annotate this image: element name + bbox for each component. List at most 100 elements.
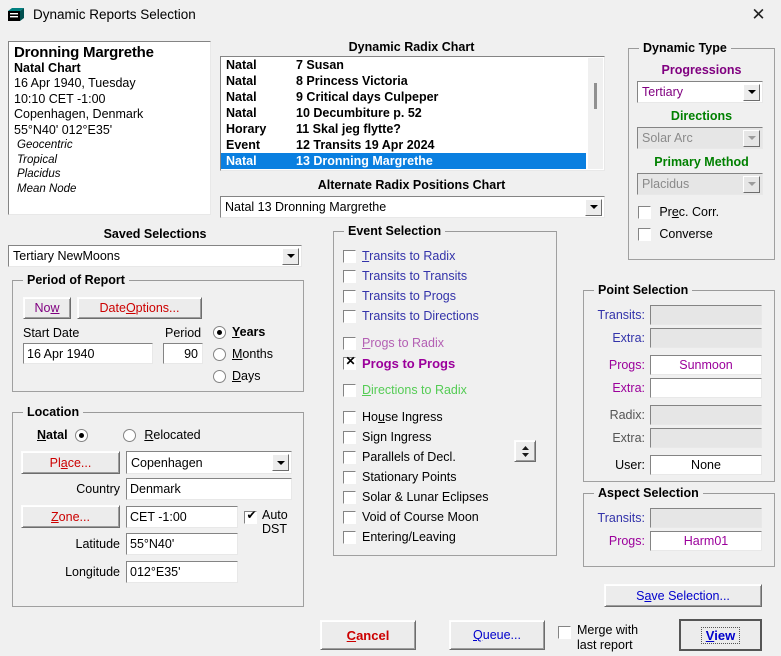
view-button[interactable]: View (679, 619, 762, 651)
event-checkbox[interactable] (343, 383, 356, 397)
period-input[interactable]: 90 (163, 343, 203, 364)
selection-row-value (650, 507, 762, 528)
radix-scrollbar[interactable] (588, 58, 603, 169)
longitude-input[interactable]: 012°E35' (126, 561, 238, 583)
selection-row-value (650, 404, 762, 425)
prec-corr-checkbox[interactable] (638, 206, 651, 220)
event-checkbox-row[interactable]: House Ingress (343, 407, 488, 427)
primary-method-combo[interactable]: Placidus (637, 173, 763, 195)
period-unit-row[interactable]: Days (213, 365, 273, 387)
event-checkbox[interactable] (343, 410, 356, 424)
natal-radio-row[interactable]: Natal (37, 428, 88, 443)
now-button[interactable]: No w (23, 297, 71, 319)
converse-checkbox[interactable] (638, 228, 651, 242)
chevron-down-icon[interactable] (743, 175, 760, 193)
event-checkbox-row[interactable]: Progs to Radix (343, 333, 488, 353)
event-checkbox-row[interactable]: Solar & Lunar Eclipses (343, 487, 488, 507)
event-checkbox[interactable] (343, 490, 356, 504)
event-checkbox-row[interactable]: Progs to Progs (343, 353, 488, 373)
selection-row-value[interactable] (650, 377, 762, 398)
event-checkbox[interactable] (343, 510, 356, 524)
selection-row-value (650, 304, 762, 325)
radix-row[interactable]: Event 12 Transits 19 Apr 2024 (221, 137, 586, 153)
radix-listbox[interactable]: Natal 7 Susan Natal 8 Princess Victoria Nata… (220, 56, 605, 171)
converse-label: Converse (659, 227, 713, 241)
save-selection-button[interactable]: Save Selection... (604, 584, 762, 607)
event-checkbox[interactable] (343, 336, 356, 350)
close-icon[interactable]: ✕ (736, 0, 781, 29)
saved-selections-combo[interactable]: Tertiary NewMoons (8, 245, 302, 267)
event-checkbox-row[interactable]: Transits to Directions (343, 306, 488, 326)
event-checkbox-row[interactable]: Stationary Points (343, 467, 488, 487)
place-button[interactable]: Pl a ce... (21, 451, 120, 474)
event-checkbox-row[interactable]: Void of Course Moon (343, 507, 488, 527)
directions-combo[interactable]: Solar Arc (637, 127, 763, 149)
period-unit-label: Years (232, 325, 266, 339)
radix-row[interactable]: Natal 9 Critical days Culpeper (221, 89, 586, 105)
event-checkbox[interactable] (343, 309, 356, 323)
event-checkbox[interactable] (343, 249, 356, 263)
event-checkbox[interactable] (343, 470, 356, 484)
event-checkbox[interactable] (343, 355, 357, 370)
auto-dst-row[interactable]: AutoDST (244, 508, 288, 536)
directions-label: Directions (670, 109, 733, 123)
chevron-down-icon[interactable] (282, 247, 299, 265)
event-checkbox-row[interactable]: Transits to Transits (343, 266, 488, 286)
zone-button[interactable]: Zone... (21, 505, 120, 528)
chart-info-system-2: Tropical (17, 153, 58, 166)
chevron-down-icon[interactable] (272, 454, 289, 471)
radix-row[interactable]: Natal 8 Princess Victoria (221, 73, 586, 89)
zone-input[interactable]: CET -1:00 (126, 506, 238, 528)
period-unit-row[interactable]: Years (213, 321, 273, 343)
radix-row-name: 7 Susan (296, 58, 344, 72)
event-checkbox[interactable] (343, 430, 356, 444)
radix-row[interactable]: Natal 10 Decumbiture p. 52 (221, 105, 586, 121)
event-checkbox-row[interactable]: Directions to Radix (343, 380, 488, 400)
radix-row[interactable]: Natal 7 Susan (221, 57, 586, 73)
event-checkbox-row[interactable]: Transits to Progs (343, 286, 488, 306)
place-combo[interactable]: Copenhagen (126, 451, 292, 474)
converse-row[interactable]: Converse (638, 227, 713, 242)
cancel-button[interactable]: Cancel (320, 620, 416, 650)
merge-row[interactable]: Merge with last report (558, 623, 638, 653)
selection-row-label: Transits: (597, 307, 645, 322)
latitude-input[interactable]: 55°N40' (126, 533, 238, 555)
event-checkbox[interactable] (343, 269, 356, 283)
event-checkbox[interactable] (343, 530, 356, 544)
selection-row: Transits: (584, 303, 774, 326)
radix-row[interactable]: Natal 13 Dronning Margrethe (221, 153, 586, 169)
up-down-spinner[interactable] (514, 440, 536, 462)
country-input[interactable]: Denmark (126, 478, 292, 500)
selection-row-value[interactable]: Sunmoon (650, 354, 762, 375)
event-checkbox-row[interactable]: Sign Ingress (343, 427, 488, 447)
auto-dst-checkbox[interactable] (244, 509, 258, 524)
country-label: Country (76, 482, 120, 496)
natal-radio[interactable] (74, 429, 88, 443)
relocated-radio-row[interactable]: Relocated (123, 428, 201, 443)
period-unit-radio[interactable] (213, 347, 226, 361)
queue-button[interactable]: Queue... (449, 620, 545, 650)
merge-checkbox[interactable] (558, 626, 571, 639)
event-checkbox-row[interactable]: Transits to Radix (343, 246, 488, 266)
event-checkbox-label: Stationary Points (362, 470, 457, 484)
chevron-down-icon[interactable] (743, 83, 760, 101)
chevron-down-icon[interactable] (743, 129, 760, 147)
event-checkbox-row[interactable]: Entering/Leaving (343, 527, 488, 547)
event-checkbox[interactable] (343, 289, 356, 303)
period-unit-radio[interactable] (213, 369, 226, 383)
event-checkbox[interactable] (343, 450, 356, 464)
prec-corr-row[interactable]: Prec. Corr. (638, 205, 719, 220)
progressions-combo[interactable]: Tertiary (637, 81, 763, 103)
radix-scrollbar-thumb[interactable] (594, 83, 597, 109)
date-options-button[interactable]: Date Options... (77, 297, 202, 319)
period-unit-radio[interactable] (213, 325, 226, 339)
start-date-input[interactable]: 16 Apr 1940 (23, 343, 153, 364)
relocated-radio[interactable] (123, 429, 136, 443)
period-unit-row[interactable]: Months (213, 343, 273, 365)
event-checkbox-row[interactable]: Parallels of Decl. (343, 447, 488, 467)
chevron-down-icon[interactable] (585, 198, 602, 216)
selection-row-value[interactable]: None (650, 454, 762, 475)
selection-row-value[interactable]: Harm01 (650, 530, 762, 551)
radix-row[interactable]: Horary 11 Skal jeg flytte? (221, 121, 586, 137)
alternate-radix-combo[interactable]: Natal 13 Dronning Margrethe (220, 196, 605, 218)
